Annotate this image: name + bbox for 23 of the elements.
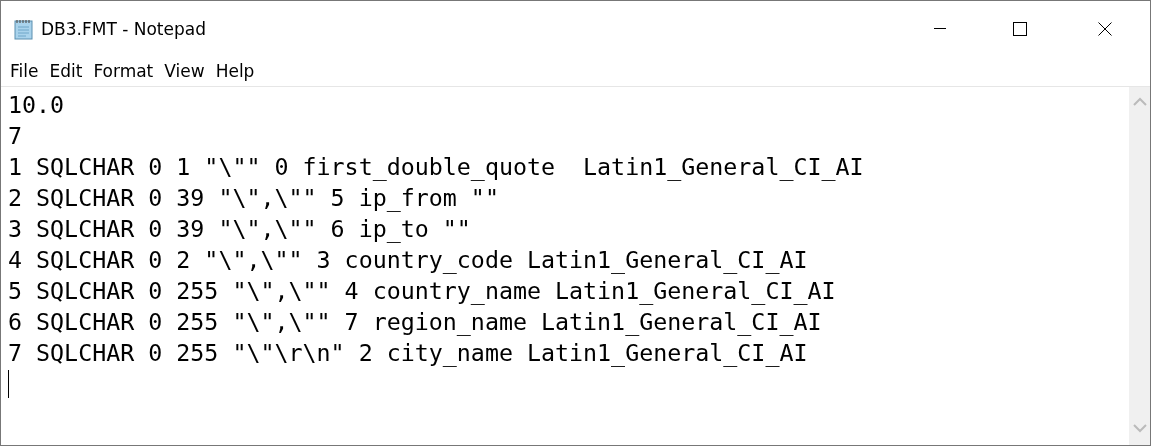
code-line: 6 SQLCHAR 0 255 "\",\"" 7 region_name Latin1_General_CI_AI — [8, 307, 822, 337]
vertical-scrollbar[interactable] — [1129, 87, 1150, 445]
code-line: 10.0 — [8, 90, 65, 120]
notepad-icon — [13, 17, 35, 40]
code-line: 7 — [8, 121, 23, 151]
menu-item[interactable]: Format — [88, 61, 160, 81]
scroll-down-icon[interactable] — [1132, 424, 1147, 433]
maximize-icon — [1013, 21, 1027, 36]
window-title: DB3.FMT - Notepad — [41, 18, 206, 39]
code-line: 3 SQLCHAR 0 39 "\",\"" 6 ip_to "" — [8, 214, 471, 244]
code-line: 7 SQLCHAR 0 255 "\"\r\n" 2 city_name Latin1_General_CI_AI — [8, 338, 808, 368]
close-icon — [1098, 21, 1112, 36]
text-cursor — [8, 369, 9, 398]
code-line: 2 SQLCHAR 0 39 "\",\"" 5 ip_from "" — [8, 183, 499, 213]
code-line: 1 SQLCHAR 0 1 "\"" 0 first_double_quote Latin1_General_CI_AI — [8, 152, 864, 182]
menu-item[interactable]: File — [5, 61, 45, 81]
menu-item[interactable]: Edit — [44, 61, 89, 81]
menu-item[interactable]: Help — [210, 61, 261, 81]
minimize-icon — [934, 28, 946, 29]
scroll-up-icon[interactable] — [1132, 97, 1147, 106]
code-line: 5 SQLCHAR 0 255 "\",\"" 4 country_name Latin1_General_CI_AI — [8, 276, 836, 306]
menu-item[interactable]: View — [159, 61, 211, 81]
code-line: 4 SQLCHAR 0 2 "\",\"" 3 country_code Latin1_General_CI_AI — [8, 245, 808, 275]
